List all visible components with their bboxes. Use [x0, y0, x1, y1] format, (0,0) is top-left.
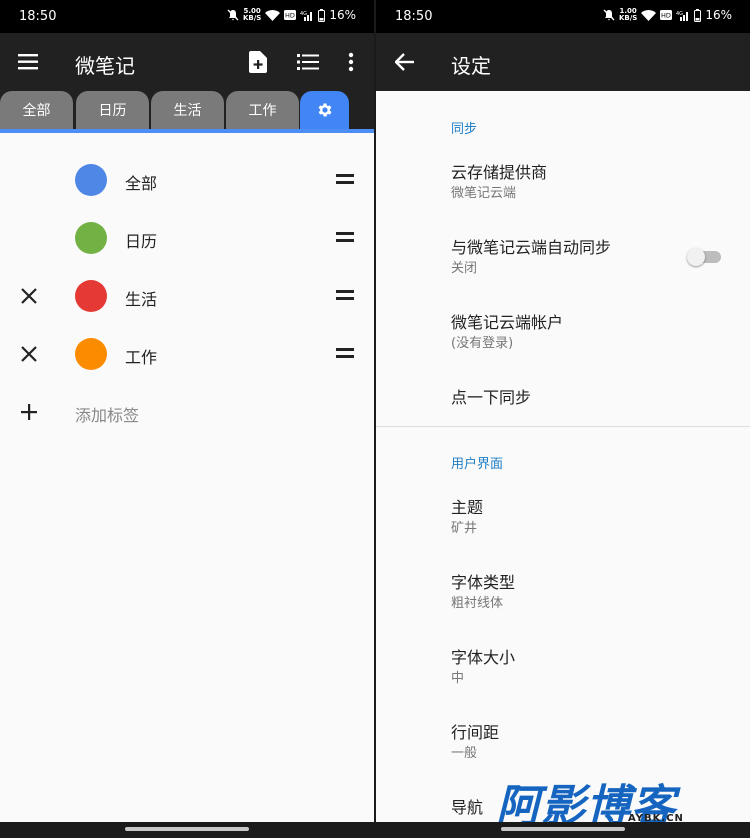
- gesture-bar: [0, 822, 374, 838]
- app-bar: 微笔记: [0, 33, 374, 91]
- label-name: 生活: [125, 290, 158, 309]
- label-row[interactable]: 全部: [0, 151, 374, 209]
- more-options-icon[interactable]: [336, 47, 366, 77]
- wifi-icon: [265, 9, 281, 21]
- app-title: 微笔记: [75, 54, 135, 78]
- status-bar: 18:50 1.00 KB/S HD 4G 16%: [376, 0, 750, 33]
- new-note-icon[interactable]: [243, 47, 273, 77]
- label-name: 全部: [125, 174, 158, 193]
- hd-icon: HD: [660, 10, 673, 20]
- pref-summary: 微笔记云端: [451, 186, 517, 201]
- delete-label-icon[interactable]: [18, 285, 40, 307]
- svg-text:HD: HD: [285, 12, 295, 20]
- pref-summary: 一般: [451, 746, 478, 761]
- label-row[interactable]: 工作: [0, 325, 374, 383]
- label-color-dot[interactable]: [75, 164, 107, 196]
- label-row[interactable]: 日历: [0, 209, 374, 267]
- auto-sync-switch[interactable]: [687, 248, 721, 266]
- mute-bell-icon: [227, 9, 239, 21]
- pref-title: 字体大小: [451, 648, 516, 667]
- pref-tap-to-sync[interactable]: 点一下同步: [451, 387, 731, 409]
- app-bar: 设定: [376, 33, 750, 91]
- pref-summary: (没有登录): [451, 336, 514, 351]
- network-speed: 1.00 KB/S: [618, 7, 638, 22]
- add-label-row[interactable]: 添加标签: [0, 384, 374, 440]
- back-arrow-icon[interactable]: [390, 47, 420, 77]
- signal-icon: 4G: [300, 11, 313, 21]
- section-header-sync: 同步: [451, 122, 478, 137]
- svg-text:4G: 4G: [300, 11, 307, 17]
- drag-handle-icon[interactable]: [336, 290, 354, 300]
- plus-icon: [21, 404, 37, 420]
- home-indicator[interactable]: [125, 827, 249, 831]
- pref-font-type[interactable]: 字体类型 粗衬线体: [451, 572, 731, 614]
- pref-summary: 矿井: [451, 521, 478, 536]
- label-tabs: 全部 日历 生活 工作: [0, 91, 374, 131]
- home-indicator[interactable]: [501, 827, 625, 831]
- tab-indicator: [0, 129, 374, 133]
- list-view-icon[interactable]: [293, 47, 323, 77]
- battery-icon: [318, 8, 326, 22]
- label-row[interactable]: 生活: [0, 267, 374, 325]
- label-name: 日历: [125, 232, 158, 251]
- status-icons: 1.00 KB/S HD 4G 16%: [603, 8, 732, 22]
- section-divider: [376, 426, 750, 427]
- tab-settings[interactable]: [300, 91, 349, 129]
- pref-title: 主题: [451, 498, 484, 517]
- pref-summary: 中: [451, 671, 465, 686]
- settings-screen: 18:50 1.00 KB/S HD 4G 16% 设定 同步 云存储提供商 微笔…: [376, 0, 750, 838]
- label-name: 工作: [125, 348, 158, 367]
- pref-font-size[interactable]: 字体大小 中: [451, 647, 731, 689]
- pref-title: 字体类型: [451, 573, 516, 592]
- settings-title: 设定: [451, 54, 491, 78]
- pref-cloud-account[interactable]: 微笔记云端帐户 (没有登录): [451, 312, 731, 354]
- status-time: 18:50: [395, 9, 433, 24]
- drag-handle-icon[interactable]: [336, 174, 354, 184]
- pref-title: 点一下同步: [451, 388, 532, 407]
- drag-handle-icon[interactable]: [336, 348, 354, 358]
- section-header-ui: 用户界面: [451, 457, 504, 472]
- menu-icon[interactable]: [14, 47, 44, 77]
- pref-theme[interactable]: 主题 矿井: [451, 497, 731, 539]
- tab-work[interactable]: 工作: [226, 91, 299, 129]
- svg-text:HD: HD: [661, 12, 671, 20]
- tab-all[interactable]: 全部: [0, 91, 73, 129]
- battery-percent: 16%: [705, 8, 732, 22]
- label-color-dot[interactable]: [75, 338, 107, 370]
- watermark-logo: 阿影博客 AYBK.CN: [496, 770, 746, 832]
- add-label-text: 添加标签: [75, 406, 140, 425]
- tab-calendar[interactable]: 日历: [76, 91, 149, 129]
- signal-icon: 4G: [676, 11, 689, 21]
- network-speed: 5.00 KB/S: [242, 7, 262, 22]
- label-color-dot[interactable]: [75, 280, 107, 312]
- battery-icon: [694, 8, 702, 22]
- tab-life[interactable]: 生活: [151, 91, 224, 129]
- svg-text:4G: 4G: [676, 11, 683, 17]
- wifi-icon: [641, 9, 657, 21]
- pref-cloud-provider[interactable]: 云存储提供商 微笔记云端: [451, 162, 731, 204]
- status-time: 18:50: [19, 9, 57, 24]
- delete-label-icon[interactable]: [18, 343, 40, 365]
- pref-title: 云存储提供商: [451, 163, 548, 182]
- labels-screen: 18:50 5.00 KB/S HD 4G 16% 微笔记 全部 日历 生活 工作: [0, 0, 374, 838]
- battery-percent: 16%: [329, 8, 356, 22]
- status-bar: 18:50 5.00 KB/S HD 4G 16%: [0, 0, 374, 33]
- label-color-dot[interactable]: [75, 222, 107, 254]
- pref-title: 行间距: [451, 723, 500, 742]
- pref-summary: 粗衬线体: [451, 596, 504, 611]
- pref-line-spacing[interactable]: 行间距 一般: [451, 722, 731, 764]
- hd-icon: HD: [284, 10, 297, 20]
- mute-bell-icon: [603, 9, 615, 21]
- gesture-bar: [376, 822, 750, 838]
- gear-icon: [318, 103, 332, 117]
- pref-title: 微笔记云端帐户: [451, 313, 564, 332]
- status-icons: 5.00 KB/S HD 4G 16%: [227, 8, 356, 22]
- drag-handle-icon[interactable]: [336, 232, 354, 242]
